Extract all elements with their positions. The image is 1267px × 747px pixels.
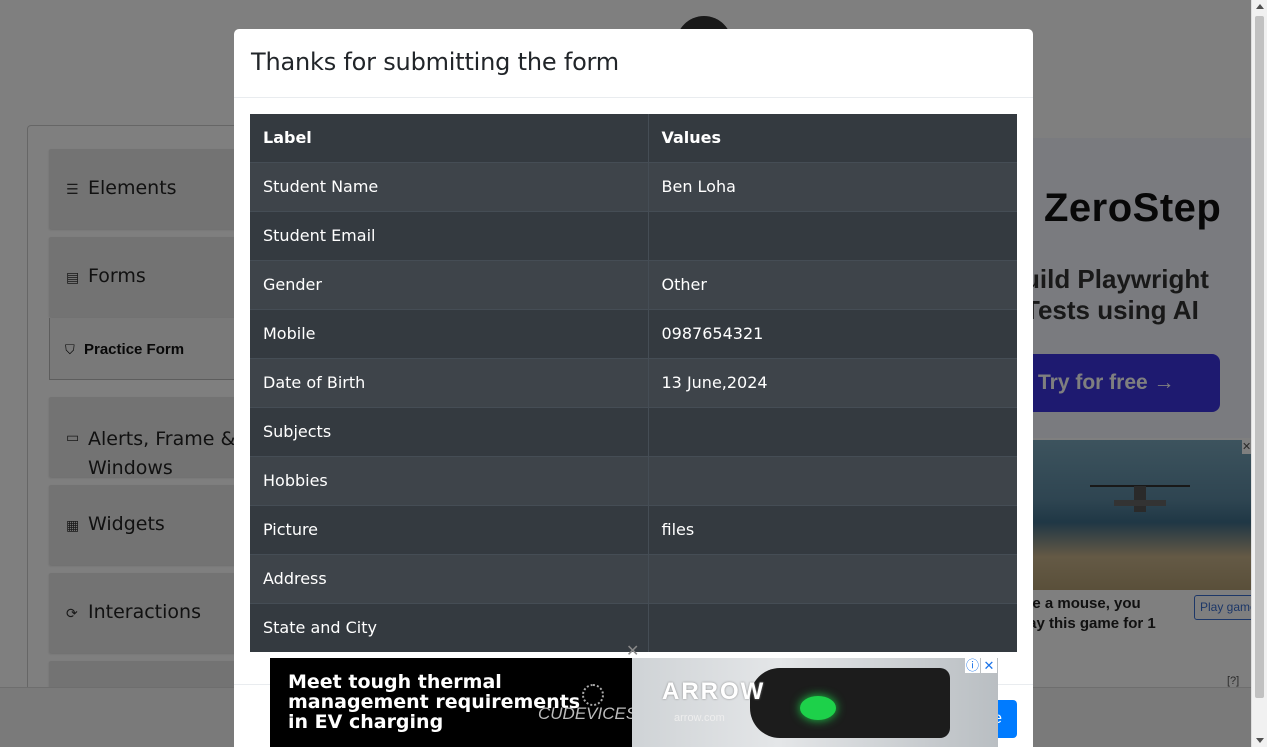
ad-url: arrow.com	[674, 712, 725, 724]
modal-header: Thanks for submitting the form	[234, 29, 1033, 98]
charger-graphic	[750, 668, 950, 738]
row-label: Student Email	[250, 210, 649, 260]
row-value	[648, 210, 1017, 260]
submission-modal: Thanks for submitting the form Label Val…	[234, 29, 1033, 747]
ad-brand: ARROW	[662, 678, 766, 705]
row-value	[648, 553, 1017, 603]
row-value: files	[648, 504, 1017, 554]
scroll-up-icon[interactable]	[1256, 4, 1264, 9]
row-value: 13 June,2024	[648, 357, 1017, 407]
row-label: Hobbies	[250, 455, 649, 505]
row-label: Student Name	[250, 161, 649, 211]
row-value: 0987654321	[648, 308, 1017, 358]
scrollbar-thumb[interactable]	[1255, 16, 1264, 698]
submission-table: Label Values Student Name Ben Loha Stude…	[250, 114, 1017, 652]
column-header-label: Label	[250, 114, 649, 162]
bottom-banner-ad[interactable]: Meet tough thermal management requiremen…	[270, 658, 998, 747]
row-label: Address	[250, 553, 649, 603]
ad-info-icon[interactable]: ⓘ	[965, 658, 980, 673]
table-row: Date of Birth 13 June,2024	[250, 357, 1017, 407]
column-header-values: Values	[648, 114, 1017, 162]
table-row: Subjects	[250, 406, 1017, 456]
page-scrollbar[interactable]	[1251, 0, 1267, 747]
submission-table-container: Label Values Student Name Ben Loha Stude…	[250, 114, 1017, 652]
scroll-down-icon[interactable]	[1256, 738, 1264, 743]
table-header-row: Label Values	[250, 114, 1017, 162]
table-row: Picture files	[250, 504, 1017, 554]
table-row: Student Name Ben Loha	[250, 161, 1017, 211]
row-value	[648, 406, 1017, 456]
cudevices-logo-icon	[582, 684, 604, 706]
close-icon[interactable]: ✕	[981, 658, 997, 673]
row-label: Date of Birth	[250, 357, 649, 407]
row-value: Other	[648, 259, 1017, 309]
table-row: Mobile 0987654321	[250, 308, 1017, 358]
table-row: Hobbies	[250, 455, 1017, 505]
row-label: Picture	[250, 504, 649, 554]
row-value: Ben Loha	[648, 161, 1017, 211]
row-value	[648, 455, 1017, 505]
ad-sponsor: CUDEVICES	[538, 704, 638, 723]
row-label: Mobile	[250, 308, 649, 358]
table-row: Gender Other	[250, 259, 1017, 309]
plug-glow-graphic	[800, 696, 836, 720]
row-value	[648, 602, 1017, 652]
row-label: Subjects	[250, 406, 649, 456]
row-label: Gender	[250, 259, 649, 309]
table-row: Student Email	[250, 210, 1017, 260]
table-row: Address	[250, 553, 1017, 603]
ad-headline: Meet tough thermal management requiremen…	[288, 671, 581, 733]
row-label: State and City	[250, 602, 649, 652]
modal-title: Thanks for submitting the form	[251, 48, 619, 76]
